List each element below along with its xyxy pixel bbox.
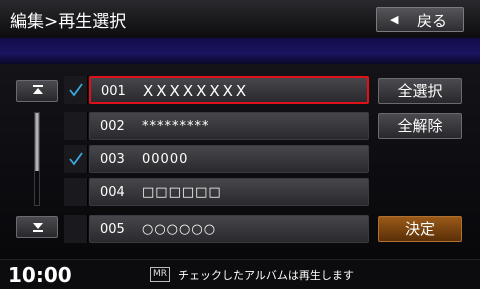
status-message: チェックしたアルバムは再生します bbox=[178, 269, 354, 282]
scrollbar-track[interactable] bbox=[34, 112, 40, 206]
status-bar: 10:00 MR チェックしたアルバムは再生します bbox=[0, 259, 480, 289]
triangle-left-icon: ◀ bbox=[390, 13, 399, 26]
select-all-button[interactable]: 全選択 bbox=[378, 78, 462, 104]
confirm-button[interactable]: 決定 bbox=[378, 216, 462, 242]
page-title: 編集>再生選択 bbox=[10, 12, 127, 32]
row-number: 005 bbox=[100, 222, 125, 237]
row-number: 003 bbox=[100, 152, 125, 167]
row-number: 001 bbox=[101, 84, 126, 99]
row-checkbox[interactable] bbox=[64, 76, 88, 104]
row-name: ********* bbox=[142, 119, 210, 134]
clock: 10:00 bbox=[8, 263, 72, 287]
header-band bbox=[0, 38, 480, 64]
row-name: □□□□□□ bbox=[142, 185, 222, 200]
back-button[interactable]: ◀ 戻る bbox=[376, 7, 464, 32]
back-button-label: 戻る bbox=[417, 12, 448, 30]
title-bar: 編集>再生選択 ◀ 戻る bbox=[0, 0, 480, 38]
row-checkbox[interactable] bbox=[64, 215, 88, 243]
scroll-bottom-icon bbox=[33, 223, 43, 232]
row-checkbox[interactable] bbox=[64, 112, 88, 140]
row-number: 004 bbox=[100, 185, 125, 200]
album-row[interactable]: 002 ********* bbox=[89, 112, 369, 140]
scrollbar-thumb[interactable] bbox=[35, 113, 39, 171]
album-row[interactable]: 005 ○○○○○○ bbox=[89, 215, 369, 243]
album-row[interactable]: 003 00000 bbox=[89, 145, 369, 173]
scroll-up-button[interactable] bbox=[16, 80, 58, 102]
album-row[interactable]: 004 □□□□□□ bbox=[89, 178, 369, 206]
checkmark-icon bbox=[69, 152, 83, 166]
row-name: XXXXXXXX bbox=[143, 82, 250, 100]
album-row-selected[interactable]: 001 XXXXXXXX bbox=[89, 76, 369, 104]
scroll-down-button[interactable] bbox=[16, 216, 58, 238]
row-checkbox[interactable] bbox=[64, 178, 88, 206]
mr-badge-icon: MR bbox=[150, 267, 170, 282]
row-name: ○○○○○○ bbox=[142, 222, 217, 237]
row-checkbox[interactable] bbox=[64, 145, 88, 173]
row-name: 00000 bbox=[142, 152, 189, 167]
checkmark-icon bbox=[69, 83, 83, 97]
row-number: 002 bbox=[100, 119, 125, 134]
scroll-top-icon bbox=[33, 85, 43, 94]
deselect-all-button[interactable]: 全解除 bbox=[378, 113, 462, 139]
